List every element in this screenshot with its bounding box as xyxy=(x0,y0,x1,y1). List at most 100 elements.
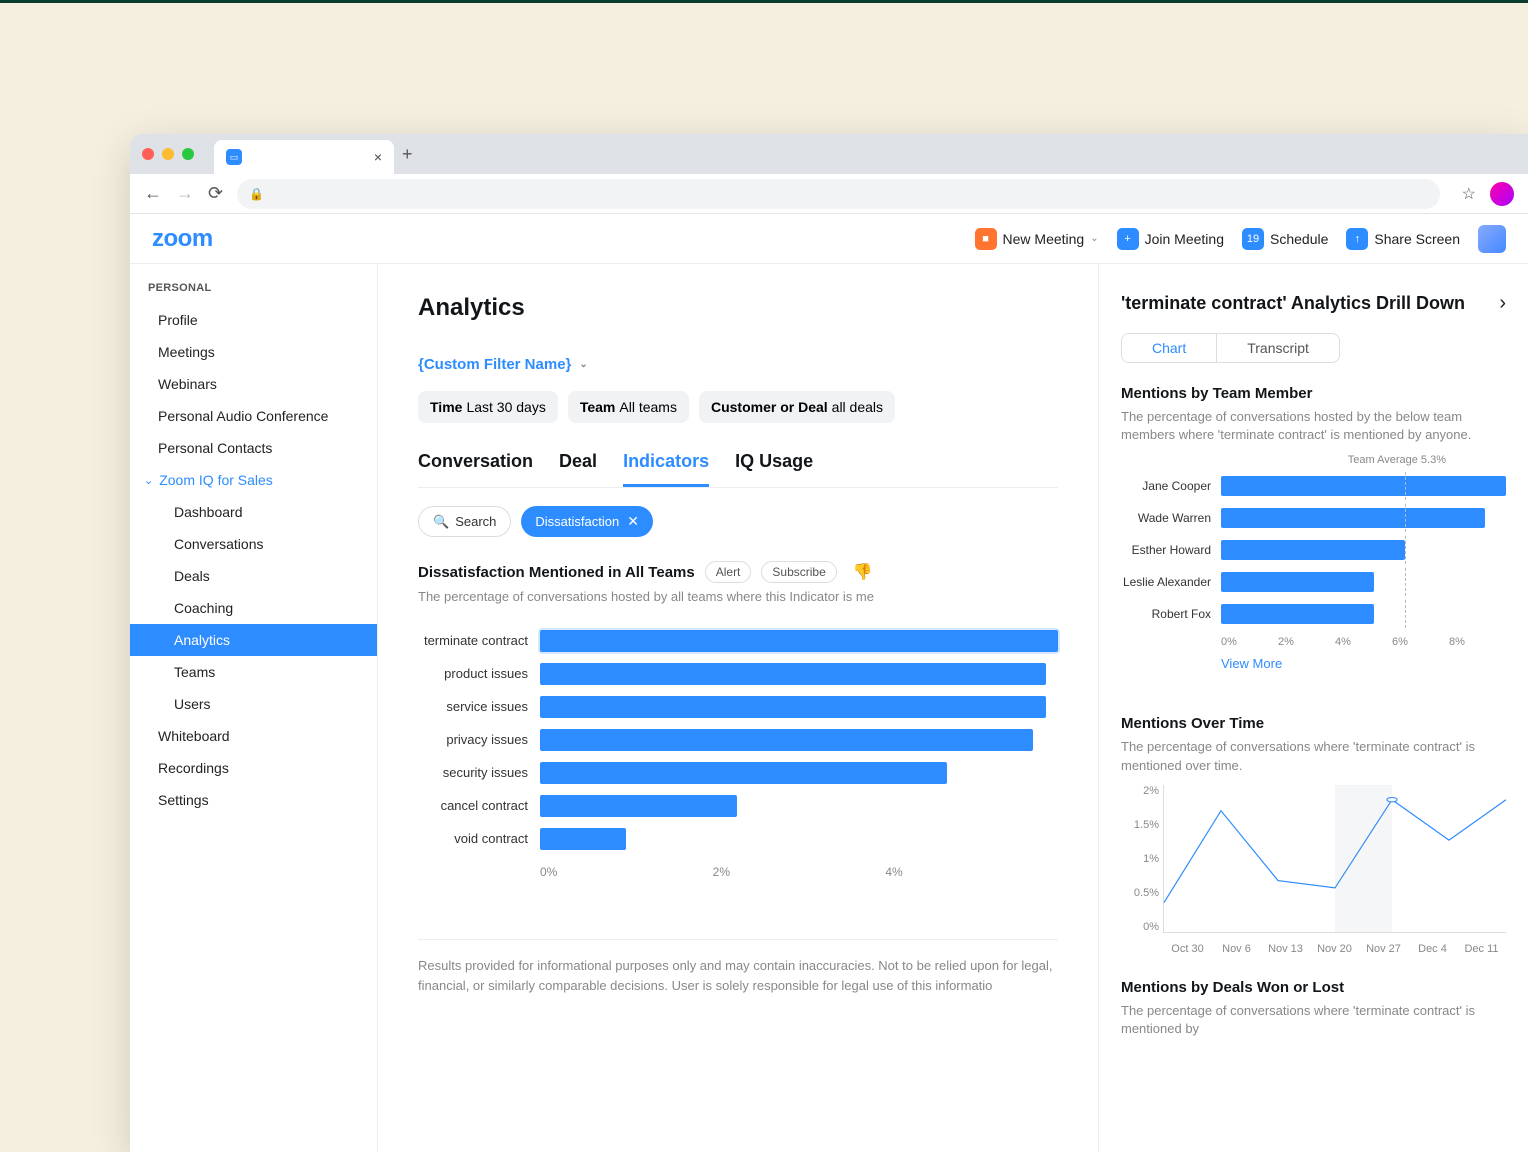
segment-transcript[interactable]: Transcript xyxy=(1216,334,1339,362)
bar-row[interactable]: cancel contract xyxy=(418,789,1058,822)
member-label: Esther Howard xyxy=(1121,543,1211,557)
bar xyxy=(1221,540,1405,560)
join-meeting-button[interactable]: + Join Meeting xyxy=(1117,228,1224,250)
sidebar-subitem[interactable]: Deals xyxy=(130,560,377,592)
bar xyxy=(1221,572,1374,592)
view-more-link[interactable]: View More xyxy=(1121,648,1506,691)
section-title: Dissatisfaction Mentioned in All Teams xyxy=(418,564,695,581)
sidebar-item[interactable]: Settings xyxy=(130,784,377,816)
reference-line xyxy=(1405,504,1406,532)
new-meeting-button[interactable]: ■ New Meeting ⌄ xyxy=(975,228,1099,250)
thumbs-down-icon[interactable]: 👎 xyxy=(853,562,873,582)
reference-line xyxy=(1405,568,1406,596)
sidebar-item[interactable]: Meetings xyxy=(130,336,377,368)
new-tab-button[interactable]: + xyxy=(402,144,413,165)
deals-section-title: Mentions by Deals Won or Lost xyxy=(1121,979,1506,996)
deals-section-desc: The percentage of conversations where 't… xyxy=(1121,1002,1506,1038)
sidebar-item[interactable]: Profile xyxy=(130,304,377,336)
sidebar-item[interactable]: Webinars xyxy=(130,368,377,400)
sidebar-subitem[interactable]: Teams xyxy=(130,656,377,688)
tab-iq-usage[interactable]: IQ Usage xyxy=(735,451,813,487)
user-avatar[interactable] xyxy=(1478,225,1506,253)
sidebar-subitem[interactable]: Users xyxy=(130,688,377,720)
subscribe-button[interactable]: Subscribe xyxy=(761,561,836,583)
bar xyxy=(540,729,1033,751)
bar-row[interactable]: void contract xyxy=(418,822,1058,855)
bar xyxy=(540,630,1058,652)
member-label: Wade Warren xyxy=(1121,511,1211,525)
sidebar-subitem[interactable]: Dashboard xyxy=(130,496,377,528)
mentions-line-chart: 2%1.5%1%0.5%0% Oct 30Nov 6Nov 13Nov 20No… xyxy=(1121,785,1506,955)
search-button[interactable]: 🔍 Search xyxy=(418,506,511,537)
overtime-section-title: Mentions Over Time xyxy=(1121,715,1506,732)
video-icon: ■ xyxy=(975,228,997,250)
bar xyxy=(1221,476,1506,496)
search-icon: 🔍 xyxy=(433,514,449,530)
schedule-button[interactable]: 19 Schedule xyxy=(1242,228,1328,250)
member-bar-row[interactable]: Wade Warren xyxy=(1121,502,1506,534)
page-title: Analytics xyxy=(418,294,1058,322)
filter-chip[interactable]: Time Last 30 days xyxy=(418,391,558,423)
sidebar-item[interactable]: Recordings xyxy=(130,752,377,784)
alert-button[interactable]: Alert xyxy=(705,561,752,583)
remove-pill-icon[interactable]: ✕ xyxy=(627,513,639,530)
browser-address-bar: ← → ⟳ 🔒 ☆ xyxy=(130,174,1528,214)
sidebar-item[interactable]: Personal Contacts xyxy=(130,432,377,464)
dissatisfaction-bar-chart: terminate contract product issues service … xyxy=(418,624,1058,855)
zoom-logo[interactable]: zoom xyxy=(152,225,213,253)
tab-indicators[interactable]: Indicators xyxy=(623,451,709,487)
browser-profile-avatar[interactable] xyxy=(1490,182,1514,206)
tab-conversation[interactable]: Conversation xyxy=(418,451,533,487)
bar-row[interactable]: product issues xyxy=(418,657,1058,690)
sidebar-item[interactable]: Whiteboard xyxy=(130,720,377,752)
bar xyxy=(540,696,1046,718)
bar-row[interactable]: privacy issues xyxy=(418,723,1058,756)
filter-pill-dissatisfaction[interactable]: Dissatisfaction ✕ xyxy=(521,506,653,537)
segmented-control: Chart Transcript xyxy=(1121,333,1340,363)
bar-label: void contract xyxy=(418,831,528,846)
bar-label: product issues xyxy=(418,666,528,681)
reference-line xyxy=(1405,536,1406,564)
section-description: The percentage of conversations hosted b… xyxy=(418,589,1058,604)
member-bar-row[interactable]: Jane Cooper xyxy=(1121,470,1506,502)
window-close[interactable] xyxy=(142,148,154,160)
browser-tab[interactable]: ▭ × xyxy=(214,140,394,174)
window-maximize[interactable] xyxy=(182,148,194,160)
bar-row[interactable]: service issues xyxy=(418,690,1058,723)
member-bar-row[interactable]: Leslie Alexander xyxy=(1121,566,1506,598)
reference-line xyxy=(1405,472,1406,500)
back-button[interactable]: ← xyxy=(144,183,162,204)
tab-deal[interactable]: Deal xyxy=(559,451,597,487)
bar-label: terminate contract xyxy=(418,633,528,648)
sidebar-subitem[interactable]: Analytics xyxy=(130,624,377,656)
filter-chip[interactable]: Customer or Deal all deals xyxy=(699,391,895,423)
sidebar-subitem[interactable]: Coaching xyxy=(130,592,377,624)
lock-icon: 🔒 xyxy=(249,187,264,201)
window-minimize[interactable] xyxy=(162,148,174,160)
bar xyxy=(540,828,626,850)
share-screen-button[interactable]: ↑ Share Screen xyxy=(1346,228,1460,250)
team-average-label: Team Average 5.3% xyxy=(1121,454,1506,466)
member-bar-row[interactable]: Esther Howard xyxy=(1121,534,1506,566)
segment-chart[interactable]: Chart xyxy=(1122,334,1216,362)
reload-button[interactable]: ⟳ xyxy=(208,183,223,204)
member-bar-row[interactable]: Robert Fox xyxy=(1121,598,1506,630)
url-input[interactable]: 🔒 xyxy=(237,179,1440,209)
chevron-right-icon[interactable]: › xyxy=(1499,292,1506,315)
bar-label: service issues xyxy=(418,699,528,714)
bar-row[interactable]: security issues xyxy=(418,756,1058,789)
filter-chip[interactable]: Team All teams xyxy=(568,391,689,423)
bar-row[interactable]: terminate contract xyxy=(418,624,1058,657)
upload-icon: ↑ xyxy=(1346,228,1368,250)
tab-close-icon[interactable]: × xyxy=(374,149,382,165)
bar-label: cancel contract xyxy=(418,798,528,813)
browser-tab-bar: ▭ × + xyxy=(130,134,1528,174)
plus-icon: + xyxy=(1117,228,1139,250)
bar xyxy=(1221,604,1374,624)
disclaimer-text: Results provided for informational purpo… xyxy=(418,939,1058,995)
sidebar-subitem[interactable]: Conversations xyxy=(130,528,377,560)
sidebar-item[interactable]: Personal Audio Conference xyxy=(130,400,377,432)
bookmark-icon[interactable]: ☆ xyxy=(1462,184,1476,204)
custom-filter-name[interactable]: {Custom Filter Name} ⌄ xyxy=(418,356,1058,373)
sidebar-item-zoom-iq[interactable]: ⌄ Zoom IQ for Sales xyxy=(130,464,377,496)
